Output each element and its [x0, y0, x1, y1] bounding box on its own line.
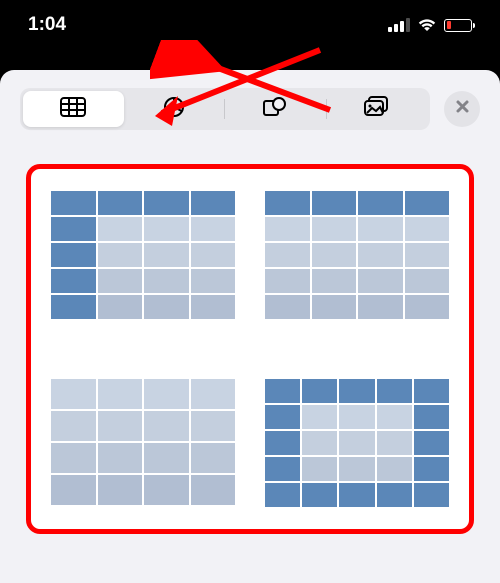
- media-icon: [364, 96, 390, 123]
- wifi-icon: [417, 18, 437, 32]
- tab-tables[interactable]: [23, 91, 124, 127]
- battery-low-icon: [444, 19, 472, 32]
- tab-shapes[interactable]: [225, 91, 326, 127]
- shapes-icon: [263, 96, 287, 123]
- toolbar: [0, 70, 500, 146]
- close-icon: [455, 99, 470, 119]
- table-templates-grid: [26, 164, 474, 534]
- close-button[interactable]: [444, 91, 480, 127]
- status-time: 1:04: [28, 14, 66, 36]
- table-template-full-border[interactable]: [265, 379, 449, 507]
- cellular-signal-icon: [388, 18, 410, 32]
- table-icon: [60, 97, 86, 122]
- pie-chart-icon: [163, 96, 185, 123]
- status-bar: 1:04: [0, 0, 500, 50]
- table-template-header-row-col[interactable]: [51, 191, 235, 319]
- status-indicators: [388, 18, 472, 32]
- insert-sheet: [0, 70, 500, 583]
- table-template-plain[interactable]: [51, 379, 235, 507]
- tab-media[interactable]: [327, 91, 428, 127]
- table-template-header-row[interactable]: [265, 191, 449, 319]
- category-tabs: [20, 88, 430, 130]
- tab-charts[interactable]: [124, 91, 225, 127]
